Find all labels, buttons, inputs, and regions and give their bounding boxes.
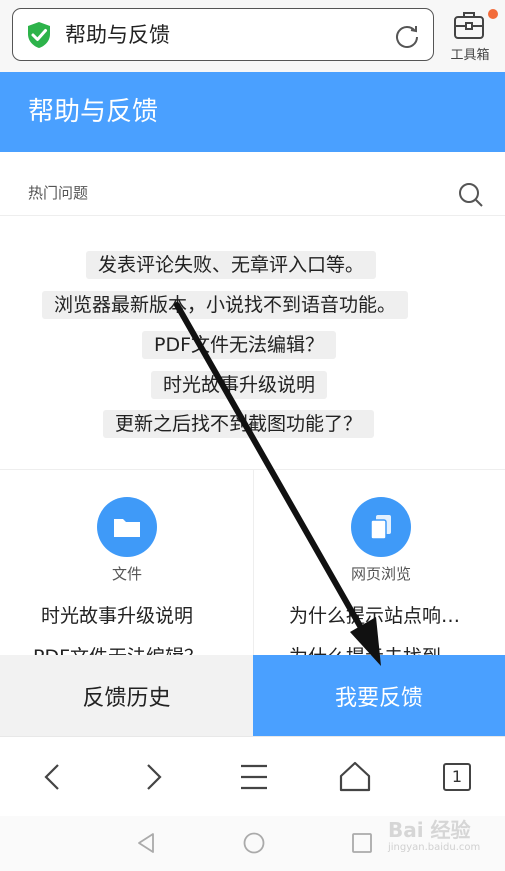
system-recents-icon[interactable] <box>351 832 373 854</box>
hot-question-item[interactable]: PDF文件无法编辑？ <box>142 331 337 359</box>
watermark: Bai 经验 jingyan.baidu.com <box>388 812 498 862</box>
category-item[interactable]: PDF文件无法编辑？ <box>33 642 251 656</box>
category-item[interactable]: 为什么提示未找到… <box>289 642 489 656</box>
page-title: 帮助与反馈 <box>28 97 159 127</box>
category-item[interactable]: 时光故事升级说明 <box>41 601 251 628</box>
hot-question-item[interactable]: 更新之后找不到截图功能了？ <box>103 410 375 438</box>
page-header: 帮助与反馈 <box>0 72 505 152</box>
shield-check-icon <box>28 22 50 48</box>
chevron-left-icon <box>44 764 59 790</box>
browser-top-bar: 帮助与反馈 工具箱 <box>0 0 505 72</box>
category-divider <box>253 470 254 656</box>
feedback-history-button[interactable]: 反馈历史 <box>0 655 253 736</box>
hot-questions-label: 热门问题 <box>28 184 89 202</box>
toolbox-label: 工具箱 <box>450 48 490 63</box>
menu-icon <box>241 764 267 790</box>
chevron-right-icon <box>147 764 162 790</box>
back-button[interactable] <box>34 757 74 797</box>
hot-questions-list: 发表评论失败、无章评入口等。 浏览器最新版本，小说找不到语音功能。 PDF文件无… <box>0 217 505 469</box>
menu-button[interactable] <box>234 757 274 797</box>
category-browsing-button[interactable] <box>351 497 411 557</box>
pages-icon <box>370 515 391 540</box>
browser-nav-bar: 1 <box>0 736 505 816</box>
category-label-browsing: 网页浏览 <box>350 565 411 583</box>
forward-button[interactable] <box>134 757 174 797</box>
refresh-icon[interactable] <box>394 23 420 49</box>
address-bar[interactable]: 帮助与反馈 <box>12 8 434 61</box>
system-back-icon[interactable] <box>135 832 157 854</box>
hot-question-item[interactable]: 浏览器最新版本，小说找不到语音功能。 <box>42 291 409 319</box>
category-files-button[interactable] <box>97 497 157 557</box>
home-button[interactable] <box>335 757 375 797</box>
folder-icon <box>114 519 140 537</box>
watermark-text: Bai 经验 <box>388 818 471 842</box>
toolbox-button[interactable]: 工具箱 <box>443 8 498 66</box>
tabs-button[interactable]: 1 <box>443 763 483 803</box>
submit-feedback-button[interactable]: 我要反馈 <box>253 655 505 736</box>
watermark-subtext: jingyan.baidu.com <box>388 842 481 853</box>
category-item[interactable]: 为什么提示站点响… <box>289 601 489 628</box>
address-text: 帮助与反馈 <box>65 23 170 47</box>
toolbox-icon <box>454 12 484 39</box>
category-label-files: 文件 <box>111 565 142 583</box>
hot-questions-header: 热门问题 <box>0 152 505 216</box>
tab-count: 1 <box>443 763 471 791</box>
notification-dot <box>488 9 498 19</box>
home-icon <box>339 761 371 792</box>
search-icon[interactable] <box>458 182 484 208</box>
system-home-icon[interactable] <box>243 832 265 854</box>
hot-question-item[interactable]: 发表评论失败、无章评入口等。 <box>86 251 377 279</box>
category-grid: 文件 时光故事升级说明 PDF文件无法编辑？ 网页浏览 为什么提示站点响… 为什… <box>0 469 505 656</box>
hot-question-item[interactable]: 时光故事升级说明 <box>151 371 328 399</box>
